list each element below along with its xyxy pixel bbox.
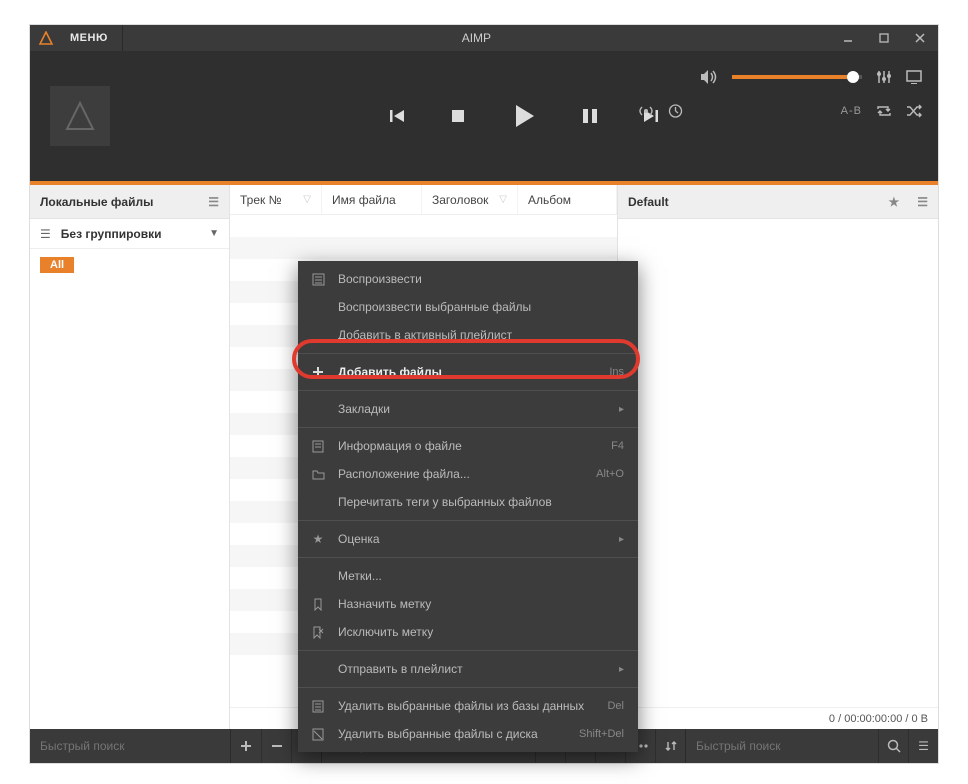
lib-add-button[interactable] [231, 729, 261, 763]
delete-db-icon [310, 700, 326, 713]
playlist-menu-icon[interactable]: ☰ [917, 195, 928, 209]
bookmark-remove-icon [310, 626, 326, 639]
right-status: 0 / 00:00:00:00 / 0 B [618, 707, 938, 729]
playlist-search-input[interactable] [686, 729, 878, 763]
ctx-send-to-playlist[interactable]: Отправить в плейлист▸ [298, 655, 638, 683]
library-search-input[interactable] [30, 729, 230, 763]
pause-button[interactable] [581, 106, 599, 126]
ctx-assign-label[interactable]: Назначить метку [298, 590, 638, 618]
ctx-add-files[interactable]: Добавить файлы Ins [298, 358, 638, 386]
context-menu: Воспроизвести Воспроизвести выбранные фа… [298, 261, 638, 752]
grouping-selector[interactable]: ☰ Без группировки ▼ [30, 219, 229, 249]
player-panel: A-B [30, 51, 938, 181]
window-title: AIMP [123, 31, 830, 45]
previous-button[interactable] [387, 106, 407, 126]
ctx-reread-tags[interactable]: Перечитать теги у выбранных файлов [298, 488, 638, 516]
play-list-icon [310, 273, 326, 286]
library-menu-icon[interactable]: ☰ [208, 195, 219, 209]
visualization-icon[interactable] [906, 70, 922, 84]
filter-icon[interactable]: ▽ [303, 194, 311, 205]
ab-repeat-button[interactable]: A-B [841, 105, 862, 117]
grouping-label: Без группировки [61, 227, 199, 241]
playlist-menu-button[interactable]: ☰ [908, 729, 938, 763]
ctx-file-info[interactable]: Информация о файлеF4 [298, 432, 638, 460]
col-album[interactable]: Альбом [518, 185, 617, 214]
album-art-placeholder [50, 86, 110, 146]
ctx-exclude-label[interactable]: Исключить метку [298, 618, 638, 646]
menu-button[interactable]: МЕНЮ [56, 25, 123, 51]
timer-icon[interactable] [668, 103, 683, 118]
library-header: Локальные файлы ☰ [30, 185, 229, 219]
close-button[interactable] [902, 25, 938, 51]
maximize-button[interactable] [866, 25, 902, 51]
playlist-pane: Default ★ ☰ 0 / 00:00:00:00 / 0 B [618, 185, 938, 729]
ctx-play[interactable]: Воспроизвести [298, 265, 638, 293]
star-icon: ★ [310, 532, 326, 546]
folder-icon [310, 469, 326, 480]
lib-remove-button[interactable] [261, 729, 291, 763]
play-button[interactable] [509, 101, 539, 131]
col-title[interactable]: Заголовок▽ [422, 185, 518, 214]
stop-button[interactable] [449, 107, 467, 125]
filter-icon[interactable]: ▽ [499, 194, 507, 205]
ctx-add-active-playlist[interactable]: Добавить в активный плейлист [298, 321, 638, 349]
titlebar: МЕНЮ AIMP [30, 25, 938, 51]
library-title: Локальные файлы [40, 195, 153, 209]
radio-icon[interactable] [638, 104, 654, 118]
repeat-icon[interactable] [876, 104, 892, 118]
ctx-delete-from-db[interactable]: Удалить выбранные файлы из базы данныхDe… [298, 692, 638, 720]
volume-icon[interactable] [700, 69, 718, 85]
col-track-no[interactable]: Трек №▽ [230, 185, 322, 214]
playlist-body[interactable] [618, 219, 938, 707]
aimp-logo-icon [36, 28, 56, 48]
favorite-icon[interactable]: ★ [888, 195, 899, 209]
playlist-header: Default ★ ☰ [618, 185, 938, 219]
plus-icon [310, 366, 326, 378]
column-headers: Трек №▽ Имя файла Заголовок▽ Альбом [230, 185, 617, 215]
chevron-down-icon: ▼ [209, 228, 219, 239]
file-info-icon [310, 440, 326, 453]
playlist-title: Default [628, 195, 669, 209]
volume-slider[interactable] [732, 75, 862, 79]
all-tag[interactable]: All [40, 257, 74, 273]
ctx-file-location[interactable]: Расположение файла...Alt+O [298, 460, 638, 488]
ctx-bookmarks[interactable]: Закладки▸ [298, 395, 638, 423]
playlist-search-button[interactable] [878, 729, 908, 763]
grouping-burger-icon: ☰ [40, 227, 51, 241]
shuffle-icon[interactable] [906, 104, 922, 118]
library-pane: Локальные файлы ☰ ☰ Без группировки ▼ Al… [30, 185, 230, 729]
ctx-delete-from-disk[interactable]: Удалить выбранные файлы с дискаShift+Del [298, 720, 638, 748]
bookmark-icon [310, 598, 326, 611]
ctx-rating[interactable]: ★ Оценка▸ [298, 525, 638, 553]
tracklist-sort-button[interactable] [655, 729, 685, 763]
delete-disk-icon [310, 728, 326, 741]
ctx-play-selected[interactable]: Воспроизвести выбранные файлы [298, 293, 638, 321]
equalizer-icon[interactable] [876, 69, 892, 85]
minimize-button[interactable] [830, 25, 866, 51]
ctx-labels[interactable]: Метки... [298, 562, 638, 590]
col-filename[interactable]: Имя файла [322, 185, 422, 214]
